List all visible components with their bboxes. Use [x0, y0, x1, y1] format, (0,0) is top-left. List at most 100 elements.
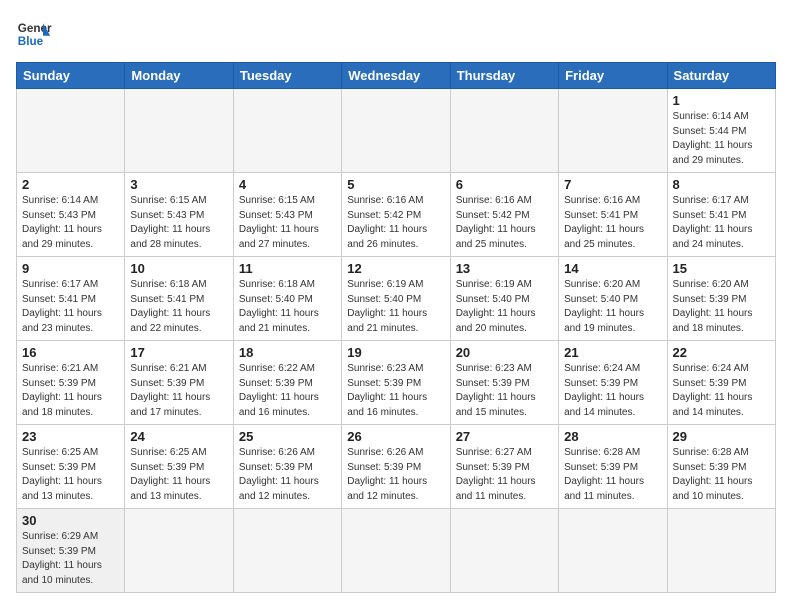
calendar-cell: [125, 89, 233, 173]
day-number: 15: [673, 261, 770, 276]
day-info: Sunrise: 6:26 AM Sunset: 5:39 PM Dayligh…: [239, 446, 336, 504]
day-info: Sunrise: 6:19 AM Sunset: 5:40 PM Dayligh…: [347, 278, 444, 336]
day-number: 12: [347, 261, 444, 276]
calendar-cell: [559, 509, 667, 593]
calendar: SundayMondayTuesdayWednesdayThursdayFrid…: [16, 62, 776, 593]
day-number: 24: [130, 429, 227, 444]
calendar-cell: 20 Sunrise: 6:23 AM Sunset: 5:39 PM Dayli…: [450, 341, 558, 425]
calendar-cell: 22Sunrise: 6:24 AM Sunset: 5:39 PM Dayli…: [667, 341, 775, 425]
calendar-cell: 23Sunrise: 6:25 AM Sunset: 5:39 PM Dayli…: [17, 425, 125, 509]
calendar-cell: 28Sunrise: 6:28 AM Sunset: 5:39 PM Dayli…: [559, 425, 667, 509]
header: General Blue: [16, 16, 776, 52]
day-number: 13: [456, 261, 553, 276]
calendar-week-3: 16 Sunrise: 6:21 AM Sunset: 5:39 PM Dayli…: [17, 341, 776, 425]
day-number: 17: [130, 345, 227, 360]
calendar-cell: 30 Sunrise: 6:29 AM Sunset: 5:39 PM Dayli…: [17, 509, 125, 593]
col-header-thursday: Thursday: [450, 63, 558, 89]
day-number: 1: [673, 93, 770, 108]
day-info: Sunrise: 6:26 AM Sunset: 5:39 PM Dayligh…: [347, 446, 444, 504]
calendar-cell: 25 Sunrise: 6:26 AM Sunset: 5:39 PM Dayli…: [233, 425, 341, 509]
day-info: Sunrise: 6:27 AM Sunset: 5:39 PM Dayligh…: [456, 446, 553, 504]
logo: General Blue: [16, 16, 52, 52]
day-number: 18: [239, 345, 336, 360]
day-info: Sunrise: 6:17 AM Sunset: 5:41 PM Dayligh…: [22, 278, 119, 336]
calendar-week-5: 30 Sunrise: 6:29 AM Sunset: 5:39 PM Dayli…: [17, 509, 776, 593]
day-number: 30: [22, 513, 119, 528]
calendar-week-0: 1 Sunrise: 6:14 AM Sunset: 5:44 PM Daylig…: [17, 89, 776, 173]
day-info: Sunrise: 6:15 AM Sunset: 5:43 PM Dayligh…: [130, 194, 227, 252]
calendar-cell: 5Sunrise: 6:16 AM Sunset: 5:42 PM Daylig…: [342, 173, 450, 257]
day-number: 29: [673, 429, 770, 444]
day-info: Sunrise: 6:15 AM Sunset: 5:43 PM Dayligh…: [239, 194, 336, 252]
day-info: Sunrise: 6:20 AM Sunset: 5:40 PM Dayligh…: [564, 278, 661, 336]
day-number: 28: [564, 429, 661, 444]
day-info: Sunrise: 6:17 AM Sunset: 5:41 PM Dayligh…: [673, 194, 770, 252]
calendar-cell: 21 Sunrise: 6:24 AM Sunset: 5:39 PM Dayli…: [559, 341, 667, 425]
calendar-cell: 26 Sunrise: 6:26 AM Sunset: 5:39 PM Dayli…: [342, 425, 450, 509]
day-info: Sunrise: 6:28 AM Sunset: 5:39 PM Dayligh…: [673, 446, 770, 504]
calendar-cell: 8 Sunrise: 6:17 AM Sunset: 5:41 PM Daylig…: [667, 173, 775, 257]
calendar-week-2: 9Sunrise: 6:17 AM Sunset: 5:41 PM Daylig…: [17, 257, 776, 341]
calendar-cell: [233, 89, 341, 173]
day-info: Sunrise: 6:16 AM Sunset: 5:41 PM Dayligh…: [564, 194, 661, 252]
day-info: Sunrise: 6:24 AM Sunset: 5:39 PM Dayligh…: [564, 362, 661, 420]
day-info: Sunrise: 6:21 AM Sunset: 5:39 PM Dayligh…: [22, 362, 119, 420]
day-number: 10: [130, 261, 227, 276]
calendar-cell: 19Sunrise: 6:23 AM Sunset: 5:39 PM Dayli…: [342, 341, 450, 425]
calendar-cell: 7Sunrise: 6:16 AM Sunset: 5:41 PM Daylig…: [559, 173, 667, 257]
day-info: Sunrise: 6:25 AM Sunset: 5:39 PM Dayligh…: [130, 446, 227, 504]
calendar-cell: 4Sunrise: 6:15 AM Sunset: 5:43 PM Daylig…: [233, 173, 341, 257]
col-header-tuesday: Tuesday: [233, 63, 341, 89]
day-number: 16: [22, 345, 119, 360]
day-number: 14: [564, 261, 661, 276]
calendar-cell: 14 Sunrise: 6:20 AM Sunset: 5:40 PM Dayli…: [559, 257, 667, 341]
day-number: 19: [347, 345, 444, 360]
day-number: 3: [130, 177, 227, 192]
day-info: Sunrise: 6:19 AM Sunset: 5:40 PM Dayligh…: [456, 278, 553, 336]
calendar-cell: 9Sunrise: 6:17 AM Sunset: 5:41 PM Daylig…: [17, 257, 125, 341]
day-info: Sunrise: 6:29 AM Sunset: 5:39 PM Dayligh…: [22, 530, 119, 588]
day-info: Sunrise: 6:14 AM Sunset: 5:44 PM Dayligh…: [673, 110, 770, 168]
calendar-cell: [559, 89, 667, 173]
day-number: 5: [347, 177, 444, 192]
calendar-cell: 24 Sunrise: 6:25 AM Sunset: 5:39 PM Dayli…: [125, 425, 233, 509]
day-number: 25: [239, 429, 336, 444]
logo-icon: General Blue: [16, 16, 52, 52]
day-number: 20: [456, 345, 553, 360]
calendar-cell: 15Sunrise: 6:20 AM Sunset: 5:39 PM Dayli…: [667, 257, 775, 341]
calendar-week-1: 2 Sunrise: 6:14 AM Sunset: 5:43 PM Daylig…: [17, 173, 776, 257]
calendar-cell: 27 Sunrise: 6:27 AM Sunset: 5:39 PM Dayli…: [450, 425, 558, 509]
calendar-cell: 17Sunrise: 6:21 AM Sunset: 5:39 PM Dayli…: [125, 341, 233, 425]
calendar-cell: 11 Sunrise: 6:18 AM Sunset: 5:40 PM Dayli…: [233, 257, 341, 341]
day-number: 21: [564, 345, 661, 360]
calendar-cell: 3 Sunrise: 6:15 AM Sunset: 5:43 PM Daylig…: [125, 173, 233, 257]
calendar-cell: [17, 89, 125, 173]
day-info: Sunrise: 6:25 AM Sunset: 5:39 PM Dayligh…: [22, 446, 119, 504]
calendar-cell: 6Sunrise: 6:16 AM Sunset: 5:42 PM Daylig…: [450, 173, 558, 257]
calendar-cell: 13 Sunrise: 6:19 AM Sunset: 5:40 PM Dayli…: [450, 257, 558, 341]
day-info: Sunrise: 6:24 AM Sunset: 5:39 PM Dayligh…: [673, 362, 770, 420]
calendar-cell: 12 Sunrise: 6:19 AM Sunset: 5:40 PM Dayli…: [342, 257, 450, 341]
day-number: 8: [673, 177, 770, 192]
calendar-cell: [125, 509, 233, 593]
calendar-cell: 16 Sunrise: 6:21 AM Sunset: 5:39 PM Dayli…: [17, 341, 125, 425]
calendar-cell: [342, 89, 450, 173]
col-header-friday: Friday: [559, 63, 667, 89]
col-header-monday: Monday: [125, 63, 233, 89]
calendar-header-row: SundayMondayTuesdayWednesdayThursdayFrid…: [17, 63, 776, 89]
day-number: 27: [456, 429, 553, 444]
day-number: 2: [22, 177, 119, 192]
day-info: Sunrise: 6:23 AM Sunset: 5:39 PM Dayligh…: [456, 362, 553, 420]
calendar-week-4: 23Sunrise: 6:25 AM Sunset: 5:39 PM Dayli…: [17, 425, 776, 509]
calendar-cell: 29 Sunrise: 6:28 AM Sunset: 5:39 PM Dayli…: [667, 425, 775, 509]
calendar-cell: [450, 509, 558, 593]
col-header-sunday: Sunday: [17, 63, 125, 89]
day-info: Sunrise: 6:22 AM Sunset: 5:39 PM Dayligh…: [239, 362, 336, 420]
calendar-cell: 10Sunrise: 6:18 AM Sunset: 5:41 PM Dayli…: [125, 257, 233, 341]
day-info: Sunrise: 6:18 AM Sunset: 5:40 PM Dayligh…: [239, 278, 336, 336]
calendar-cell: 18 Sunrise: 6:22 AM Sunset: 5:39 PM Dayli…: [233, 341, 341, 425]
day-info: Sunrise: 6:14 AM Sunset: 5:43 PM Dayligh…: [22, 194, 119, 252]
day-number: 6: [456, 177, 553, 192]
day-number: 11: [239, 261, 336, 276]
day-number: 26: [347, 429, 444, 444]
